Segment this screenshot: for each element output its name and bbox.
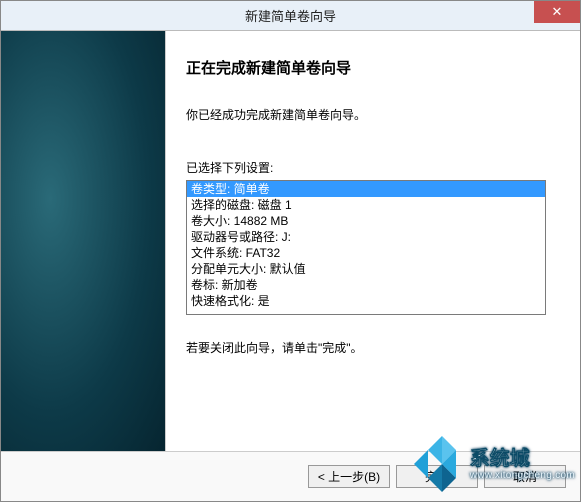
button-bar: < 上一步(B) 完成 取消 (1, 451, 580, 501)
back-button[interactable]: < 上一步(B) (308, 465, 390, 488)
main-panel: 正在完成新建简单卷向导 你已经成功完成新建简单卷向导。 已选择下列设置: 卷类型… (166, 31, 580, 451)
cancel-button[interactable]: 取消 (484, 465, 566, 488)
settings-listbox[interactable]: 卷类型: 简单卷 选择的磁盘: 磁盘 1 卷大小: 14882 MB 驱动器号或… (186, 180, 546, 315)
page-heading: 正在完成新建简单卷向导 (186, 57, 560, 78)
list-item[interactable]: 分配单元大小: 默认值 (187, 261, 545, 277)
list-item[interactable]: 卷标: 新加卷 (187, 277, 545, 293)
list-item[interactable]: 卷类型: 简单卷 (187, 181, 545, 197)
list-item[interactable]: 文件系统: FAT32 (187, 245, 545, 261)
settings-label: 已选择下列设置: (186, 159, 560, 176)
content-area: 正在完成新建简单卷向导 你已经成功完成新建简单卷向导。 已选择下列设置: 卷类型… (1, 31, 580, 451)
finish-button[interactable]: 完成 (396, 465, 478, 488)
closing-text: 若要关闭此向导，请单击"完成"。 (186, 339, 560, 356)
wizard-side-graphic (1, 31, 166, 451)
window-title: 新建简单卷向导 (1, 6, 580, 25)
list-item[interactable]: 快速格式化: 是 (187, 293, 545, 309)
close-button[interactable]: ✕ (534, 1, 580, 23)
titlebar: 新建简单卷向导 ✕ (1, 1, 580, 31)
list-item[interactable]: 驱动器号或路径: J: (187, 229, 545, 245)
intro-text: 你已经成功完成新建简单卷向导。 (186, 106, 560, 123)
wizard-window: 新建简单卷向导 ✕ 正在完成新建简单卷向导 你已经成功完成新建简单卷向导。 已选… (0, 0, 581, 502)
list-item[interactable]: 卷大小: 14882 MB (187, 213, 545, 229)
list-item[interactable]: 选择的磁盘: 磁盘 1 (187, 197, 545, 213)
